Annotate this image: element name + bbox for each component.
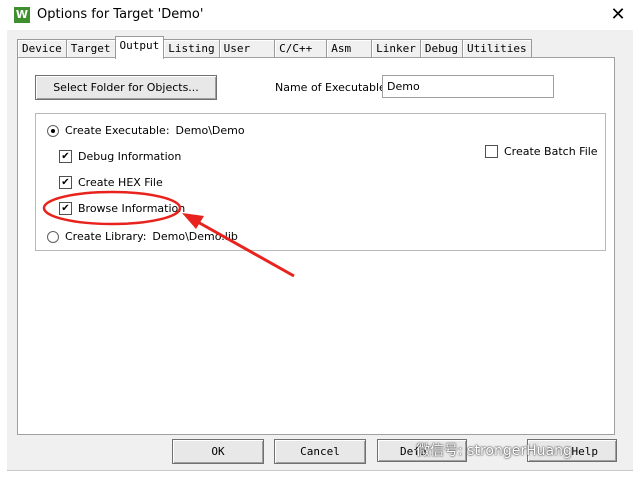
create-library-value: Demo\Demo.lib: [152, 230, 238, 243]
create-batch-file-option[interactable]: Create Batch File: [485, 145, 598, 158]
create-hex-label: Create HEX File: [78, 176, 163, 189]
close-icon[interactable]: ✕: [606, 3, 630, 27]
browse-information-option[interactable]: ✔ Browse Information: [59, 202, 185, 215]
create-library-option[interactable]: Create Library: Demo\Demo.lib: [47, 230, 238, 243]
create-batch-file-label: Create Batch File: [504, 145, 598, 158]
create-executable-label: Create Executable:: [65, 124, 170, 137]
app-icon: W: [14, 7, 30, 23]
tab-linker[interactable]: Linker: [371, 39, 421, 58]
tab-user[interactable]: User: [218, 39, 276, 58]
name-of-executable-label: Name of Executable:: [275, 81, 390, 94]
tab-output[interactable]: Output: [114, 36, 165, 59]
name-of-executable-input[interactable]: Demo: [382, 75, 554, 98]
output-panel: Select Folder for Objects... Name of Exe…: [17, 57, 615, 435]
browse-information-label: Browse Information: [78, 202, 186, 215]
debug-information-label: Debug Information: [78, 150, 182, 163]
tab-utilities[interactable]: Utilities: [461, 39, 532, 58]
title-bar: W Options for Target 'Demo' ✕: [0, 0, 640, 30]
tab-asm[interactable]: Asm: [326, 39, 373, 58]
create-executable-radio[interactable]: [47, 124, 59, 137]
create-hex-option[interactable]: ✔ Create HEX File: [59, 176, 163, 189]
window-title: Options for Target 'Demo': [37, 7, 204, 22]
debug-information-checkbox[interactable]: ✔: [59, 150, 72, 163]
create-executable-option[interactable]: Create Executable: Demo\Demo: [47, 124, 245, 137]
output-options-group: Create Executable: Demo\Demo ✔ Debug Inf…: [35, 113, 606, 251]
tab-c-cpp[interactable]: C/C++: [274, 39, 328, 58]
create-library-label: Create Library:: [65, 230, 147, 243]
create-batch-file-checkbox[interactable]: [485, 145, 498, 158]
tab-device[interactable]: Device: [17, 39, 67, 58]
create-library-radio[interactable]: [47, 230, 59, 243]
dialog-body: Device Target Output Listing User C/C++ …: [7, 30, 633, 471]
ok-button[interactable]: OK: [172, 439, 264, 464]
watermark-text: 微信号: strongerHuang: [416, 443, 572, 459]
tab-debug[interactable]: Debug: [419, 39, 463, 58]
tab-listing[interactable]: Listing: [163, 39, 220, 58]
create-hex-checkbox[interactable]: ✔: [59, 176, 72, 189]
tab-target[interactable]: Target: [65, 39, 116, 58]
cancel-button[interactable]: Cancel: [274, 439, 366, 464]
tab-strip: Device Target Output Listing User C/C++ …: [17, 36, 532, 59]
browse-information-checkbox[interactable]: ✔: [59, 202, 72, 215]
select-folder-button[interactable]: Select Folder for Objects...: [35, 75, 217, 100]
debug-information-option[interactable]: ✔ Debug Information: [59, 150, 181, 163]
create-executable-value: Demo\Demo: [175, 124, 245, 137]
